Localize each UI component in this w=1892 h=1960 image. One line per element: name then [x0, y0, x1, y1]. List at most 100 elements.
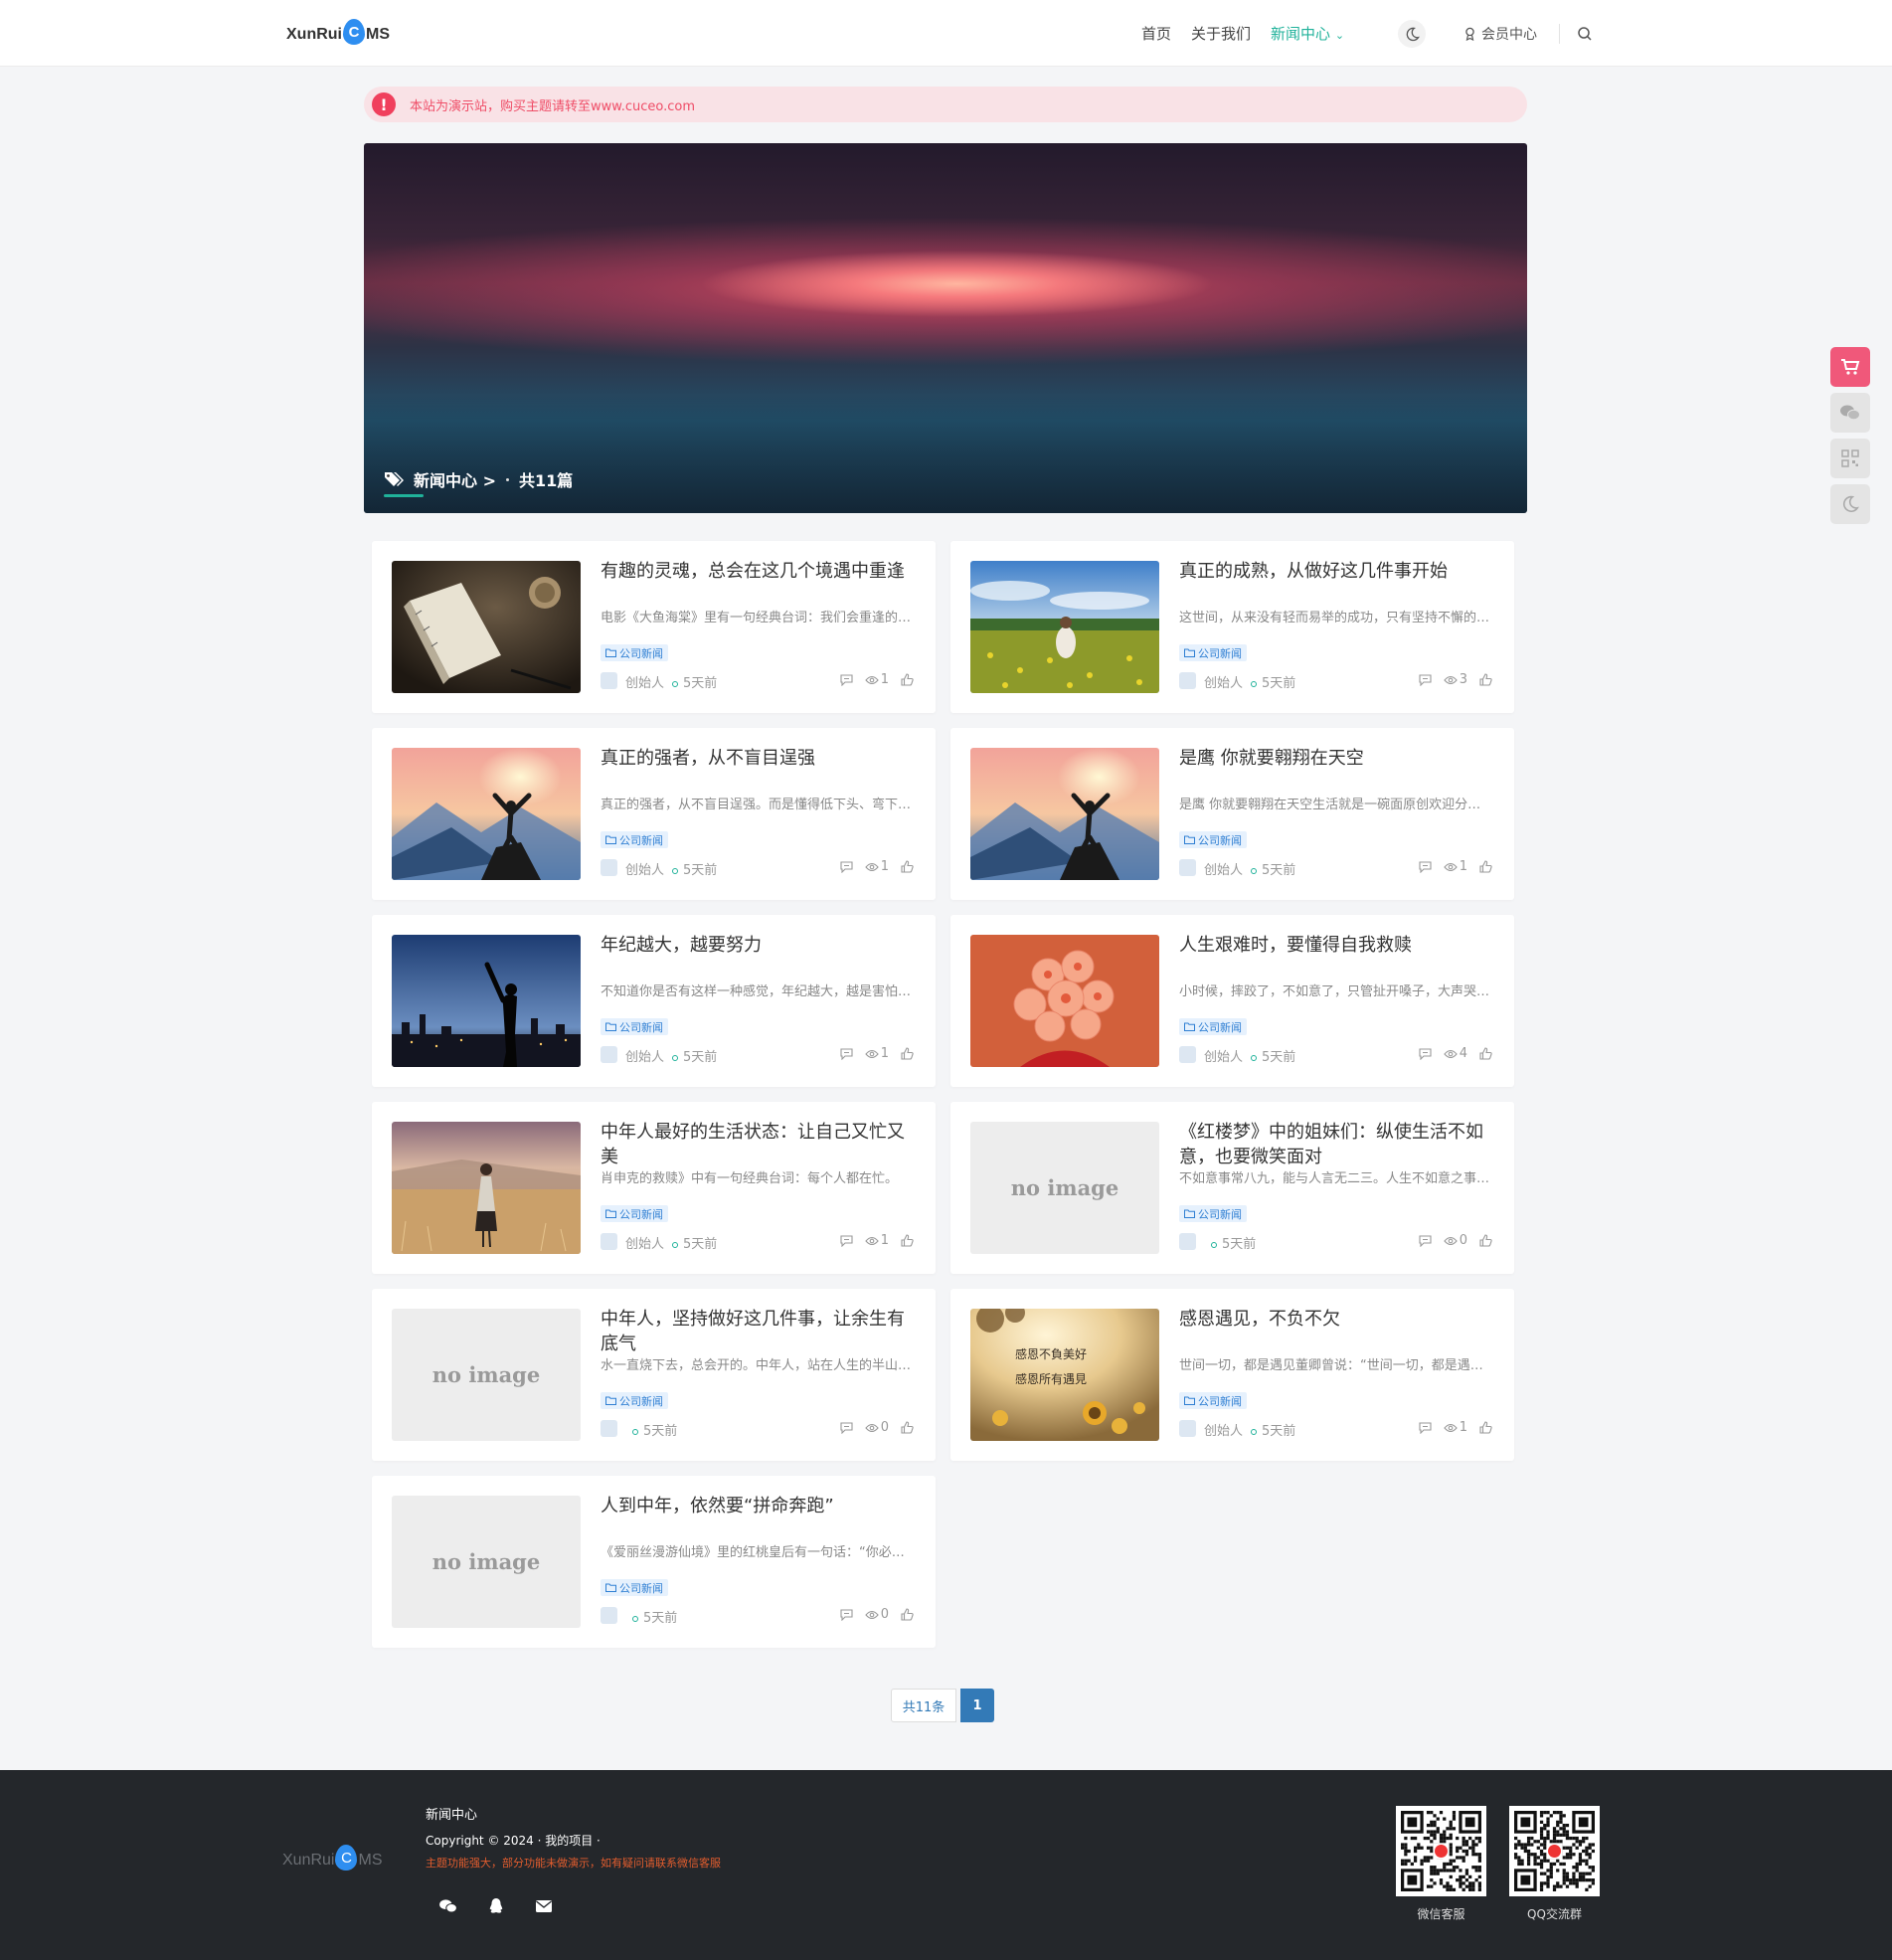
article-card[interactable]: 是鹰 你就要翱翔在天空 是鹰 你就要翱翔在天空生活就是一碗面原创欢迎分享转发 公司新… — [950, 728, 1514, 900]
article-category-tag[interactable]: 公司新闻 — [601, 831, 668, 848]
like-icon[interactable] — [1479, 673, 1492, 686]
footer-logo[interactable]: XunRui C MS — [282, 1845, 382, 1873]
article-author[interactable]: 创始人 — [1204, 859, 1243, 878]
like-icon[interactable] — [1479, 1234, 1492, 1247]
article-thumbnail[interactable] — [392, 748, 581, 880]
qq-icon[interactable] — [485, 1895, 507, 1917]
author-avatar[interactable] — [1179, 1233, 1196, 1250]
author-avatar[interactable] — [601, 1233, 617, 1250]
comment-icon[interactable] — [840, 673, 853, 686]
nav-about[interactable]: 关于我们 — [1191, 23, 1251, 44]
like-icon[interactable] — [1479, 1421, 1492, 1434]
author-avatar[interactable] — [1179, 859, 1196, 876]
article-card[interactable]: 感恩不負美好 感恩所有遇見 感恩遇见，不负不欠 世间一切，都是遇见董卿曾说：“世间一切… — [950, 1289, 1514, 1461]
nav-home[interactable]: 首页 — [1141, 23, 1171, 44]
footer-title[interactable]: 新闻中心 — [426, 1804, 477, 1823]
article-author[interactable]: 创始人 — [625, 859, 664, 878]
comment-icon[interactable] — [1419, 1234, 1432, 1247]
article-title[interactable]: 感恩遇见，不负不欠 — [1179, 1307, 1492, 1332]
breadcrumb-category[interactable]: 新闻中心 > — [414, 467, 496, 491]
article-title[interactable]: 《红楼梦》中的姐妹们：纵使生活不如意，也要微笑面对 — [1179, 1120, 1492, 1169]
comment-icon[interactable] — [1419, 1421, 1432, 1434]
nav-news[interactable]: 新闻中心 ⌄ — [1271, 23, 1344, 44]
site-logo[interactable]: XunRui C MS — [286, 19, 390, 48]
comment-icon[interactable] — [1419, 673, 1432, 686]
author-avatar[interactable] — [601, 1046, 617, 1063]
dark-mode-side-button[interactable] — [1830, 484, 1870, 524]
article-category-tag[interactable]: 公司新闻 — [601, 1392, 668, 1409]
like-icon[interactable] — [901, 860, 914, 873]
member-center-link[interactable]: 会员中心 — [1463, 24, 1537, 44]
article-category-tag[interactable]: 公司新闻 — [1179, 1018, 1247, 1035]
article-title[interactable]: 中年人，坚持做好这几件事，让余生有底气 — [601, 1307, 914, 1356]
author-avatar[interactable] — [601, 672, 617, 689]
author-avatar[interactable] — [601, 1607, 617, 1624]
author-avatar[interactable] — [1179, 1420, 1196, 1437]
article-author[interactable]: 创始人 — [625, 1046, 664, 1065]
like-icon[interactable] — [901, 1608, 914, 1621]
article-title[interactable]: 人到中年，依然要“拼命奔跑” — [601, 1494, 914, 1518]
author-avatar[interactable] — [601, 1420, 617, 1437]
wechat-side-button[interactable] — [1830, 393, 1870, 433]
article-thumbnail[interactable] — [970, 935, 1159, 1067]
article-category-tag[interactable]: 公司新闻 — [1179, 1205, 1247, 1222]
like-icon[interactable] — [901, 1421, 914, 1434]
search-button[interactable] — [1571, 20, 1599, 48]
article-card[interactable]: no image 中年人，坚持做好这几件事，让余生有底气 水一直烧下去，总会开的。中… — [372, 1289, 936, 1461]
article-author[interactable]: 创始人 — [625, 672, 664, 691]
author-avatar[interactable] — [1179, 672, 1196, 689]
article-author[interactable]: 创始人 — [1204, 1420, 1243, 1439]
article-title[interactable]: 是鹰 你就要翱翔在天空 — [1179, 746, 1492, 771]
comment-icon[interactable] — [840, 1421, 853, 1434]
article-title[interactable]: 中年人最好的生活状态：让自己又忙又美 — [601, 1120, 914, 1169]
article-thumbnail[interactable]: 感恩不負美好 感恩所有遇見 — [970, 1309, 1159, 1441]
article-category-tag[interactable]: 公司新闻 — [601, 1579, 668, 1596]
article-author[interactable]: 创始人 — [1204, 1046, 1243, 1065]
article-thumbnail[interactable] — [970, 748, 1159, 880]
mail-icon[interactable] — [533, 1895, 555, 1917]
article-author[interactable]: 创始人 — [625, 1233, 664, 1252]
article-card[interactable]: 人生艰难时，要懂得自我救赎 小时候，摔跤了，不如意了，只管扯开嗓子，大声哭出来。公… — [950, 915, 1514, 1087]
article-thumbnail[interactable] — [392, 561, 581, 693]
wechat-icon[interactable] — [437, 1895, 459, 1917]
article-category-tag[interactable]: 公司新闻 — [1179, 831, 1247, 848]
article-card[interactable]: 年纪越大，越要努力 不知道你是否有这样一种感觉，年纪越大，越是害怕改变。 公司新闻创… — [372, 915, 936, 1087]
article-card[interactable]: no image 《红楼梦》中的姐妹们：纵使生活不如意，也要微笑面对 不如意事常八九… — [950, 1102, 1514, 1274]
author-avatar[interactable] — [601, 859, 617, 876]
author-avatar[interactable] — [1179, 1046, 1196, 1063]
article-title[interactable]: 人生艰难时，要懂得自我救赎 — [1179, 933, 1492, 958]
article-title[interactable]: 年纪越大，越要努力 — [601, 933, 914, 958]
dark-mode-toggle[interactable] — [1398, 20, 1426, 48]
cart-button[interactable] — [1830, 347, 1870, 387]
article-author[interactable]: 创始人 — [1204, 672, 1243, 691]
article-thumbnail[interactable] — [392, 1122, 581, 1254]
like-icon[interactable] — [901, 1234, 914, 1247]
article-category-tag[interactable]: 公司新闻 — [601, 644, 668, 661]
like-icon[interactable] — [901, 1047, 914, 1060]
article-category-tag[interactable]: 公司新闻 — [601, 1205, 668, 1222]
article-thumbnail[interactable] — [970, 561, 1159, 693]
article-card[interactable]: 中年人最好的生活状态：让自己又忙又美 肖申克的救赎》中有一句经典台词：每个人都在忙… — [372, 1102, 936, 1274]
article-card[interactable]: 真正的成熟，从做好这几件事开始 这世间，从来没有轻而易举的成功，只有坚持不懈的努力… — [950, 541, 1514, 713]
like-icon[interactable] — [1479, 1047, 1492, 1060]
article-title[interactable]: 真正的强者，从不盲目逞强 — [601, 746, 914, 771]
article-card[interactable]: 有趣的灵魂，总会在这几个境遇中重逢 电影《大鱼海棠》里有一句经典台词：我们会重逢的… — [372, 541, 936, 713]
article-thumbnail[interactable]: no image — [970, 1122, 1159, 1254]
like-icon[interactable] — [901, 673, 914, 686]
comment-icon[interactable] — [840, 1234, 853, 1247]
article-title[interactable]: 真正的成熟，从做好这几件事开始 — [1179, 559, 1492, 584]
article-category-tag[interactable]: 公司新闻 — [1179, 1392, 1247, 1409]
like-icon[interactable] — [1479, 860, 1492, 873]
pager-current-page[interactable]: 1 — [960, 1689, 994, 1722]
comment-icon[interactable] — [840, 1608, 853, 1621]
article-card[interactable]: no image 人到中年，依然要“拼命奔跑” 《爱丽丝漫游仙境》里的红桃皇后有一句… — [372, 1476, 936, 1648]
qrcode-side-button[interactable] — [1830, 439, 1870, 478]
comment-icon[interactable] — [840, 1047, 853, 1060]
comment-icon[interactable] — [1419, 1047, 1432, 1060]
article-card[interactable]: 真正的强者，从不盲目逞强 真正的强者，从不盲目逞强。而是懂得低下头、弯下腰。 公司新… — [372, 728, 936, 900]
comment-icon[interactable] — [840, 860, 853, 873]
article-title[interactable]: 有趣的灵魂，总会在这几个境遇中重逢 — [601, 559, 914, 584]
article-thumbnail[interactable] — [392, 935, 581, 1067]
article-category-tag[interactable]: 公司新闻 — [601, 1018, 668, 1035]
comment-icon[interactable] — [1419, 860, 1432, 873]
